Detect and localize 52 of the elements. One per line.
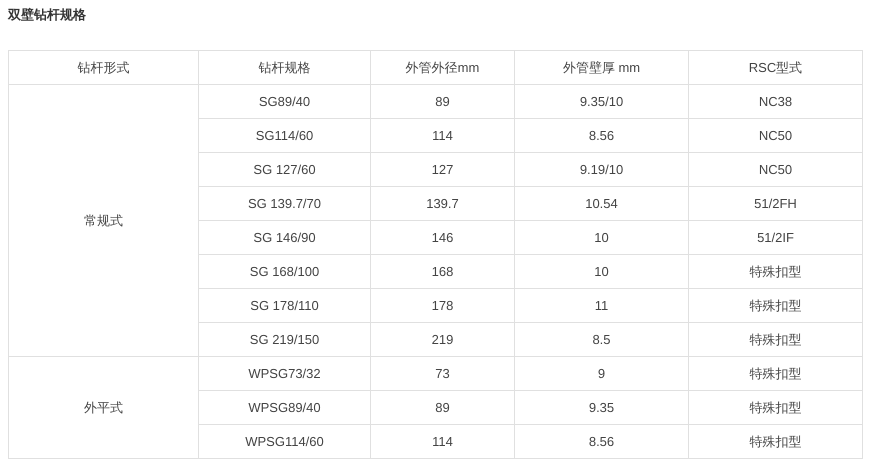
table-cell: 常规式 xyxy=(8,84,198,356)
table-cell: 10 xyxy=(514,220,688,254)
table-cell: 89 xyxy=(370,84,514,118)
table-cell: 178 xyxy=(370,288,514,322)
table-cell: 特殊扣型 xyxy=(688,322,862,356)
table-cell: 114 xyxy=(370,118,514,152)
table-cell: SG114/60 xyxy=(198,118,370,152)
table-cell: 10.54 xyxy=(514,186,688,220)
table-cell: 114 xyxy=(370,424,514,458)
table-cell: NC50 xyxy=(688,118,862,152)
table-cell: 特殊扣型 xyxy=(688,288,862,322)
table-cell: WPSG114/60 xyxy=(198,424,370,458)
column-header: 钻杆规格 xyxy=(198,50,370,84)
table-cell: SG 219/150 xyxy=(198,322,370,356)
table-cell: WPSG73/32 xyxy=(198,356,370,390)
table-cell: SG89/40 xyxy=(198,84,370,118)
column-header: 钻杆形式 xyxy=(8,50,198,84)
table-cell: 9.19/10 xyxy=(514,152,688,186)
column-header: 外管外径mm xyxy=(370,50,514,84)
table-cell: 139.7 xyxy=(370,186,514,220)
table-cell: SG 146/90 xyxy=(198,220,370,254)
table-cell: 146 xyxy=(370,220,514,254)
table-cell: SG 168/100 xyxy=(198,254,370,288)
table-cell: 168 xyxy=(370,254,514,288)
table-cell: 51/2FH xyxy=(688,186,862,220)
table-cell: 11 xyxy=(514,288,688,322)
table-cell: 127 xyxy=(370,152,514,186)
table-cell: 外平式 xyxy=(8,356,198,458)
table-cell: 73 xyxy=(370,356,514,390)
section-title: 双壁钻杆规格 xyxy=(8,6,86,24)
table-cell: NC50 xyxy=(688,152,862,186)
table-cell: 89 xyxy=(370,390,514,424)
table-cell: SG 178/110 xyxy=(198,288,370,322)
table-cell: 9.35/10 xyxy=(514,84,688,118)
table-cell: WPSG89/40 xyxy=(198,390,370,424)
table-cell: 8.5 xyxy=(514,322,688,356)
table-cell: 8.56 xyxy=(514,118,688,152)
table-cell: SG 139.7/70 xyxy=(198,186,370,220)
table-cell: NC38 xyxy=(688,84,862,118)
table-cell: 特殊扣型 xyxy=(688,390,862,424)
table-cell: SG 127/60 xyxy=(198,152,370,186)
table-cell: 9 xyxy=(514,356,688,390)
table-cell: 51/2IF xyxy=(688,220,862,254)
table-cell: 219 xyxy=(370,322,514,356)
column-header: 外管壁厚 mm xyxy=(514,50,688,84)
table-cell: 特殊扣型 xyxy=(688,254,862,288)
table-cell: 特殊扣型 xyxy=(688,356,862,390)
column-header: RSC型式 xyxy=(688,50,862,84)
table-cell: 特殊扣型 xyxy=(688,424,862,458)
table-cell: 8.56 xyxy=(514,424,688,458)
table-cell: 10 xyxy=(514,254,688,288)
table-cell: 9.35 xyxy=(514,390,688,424)
